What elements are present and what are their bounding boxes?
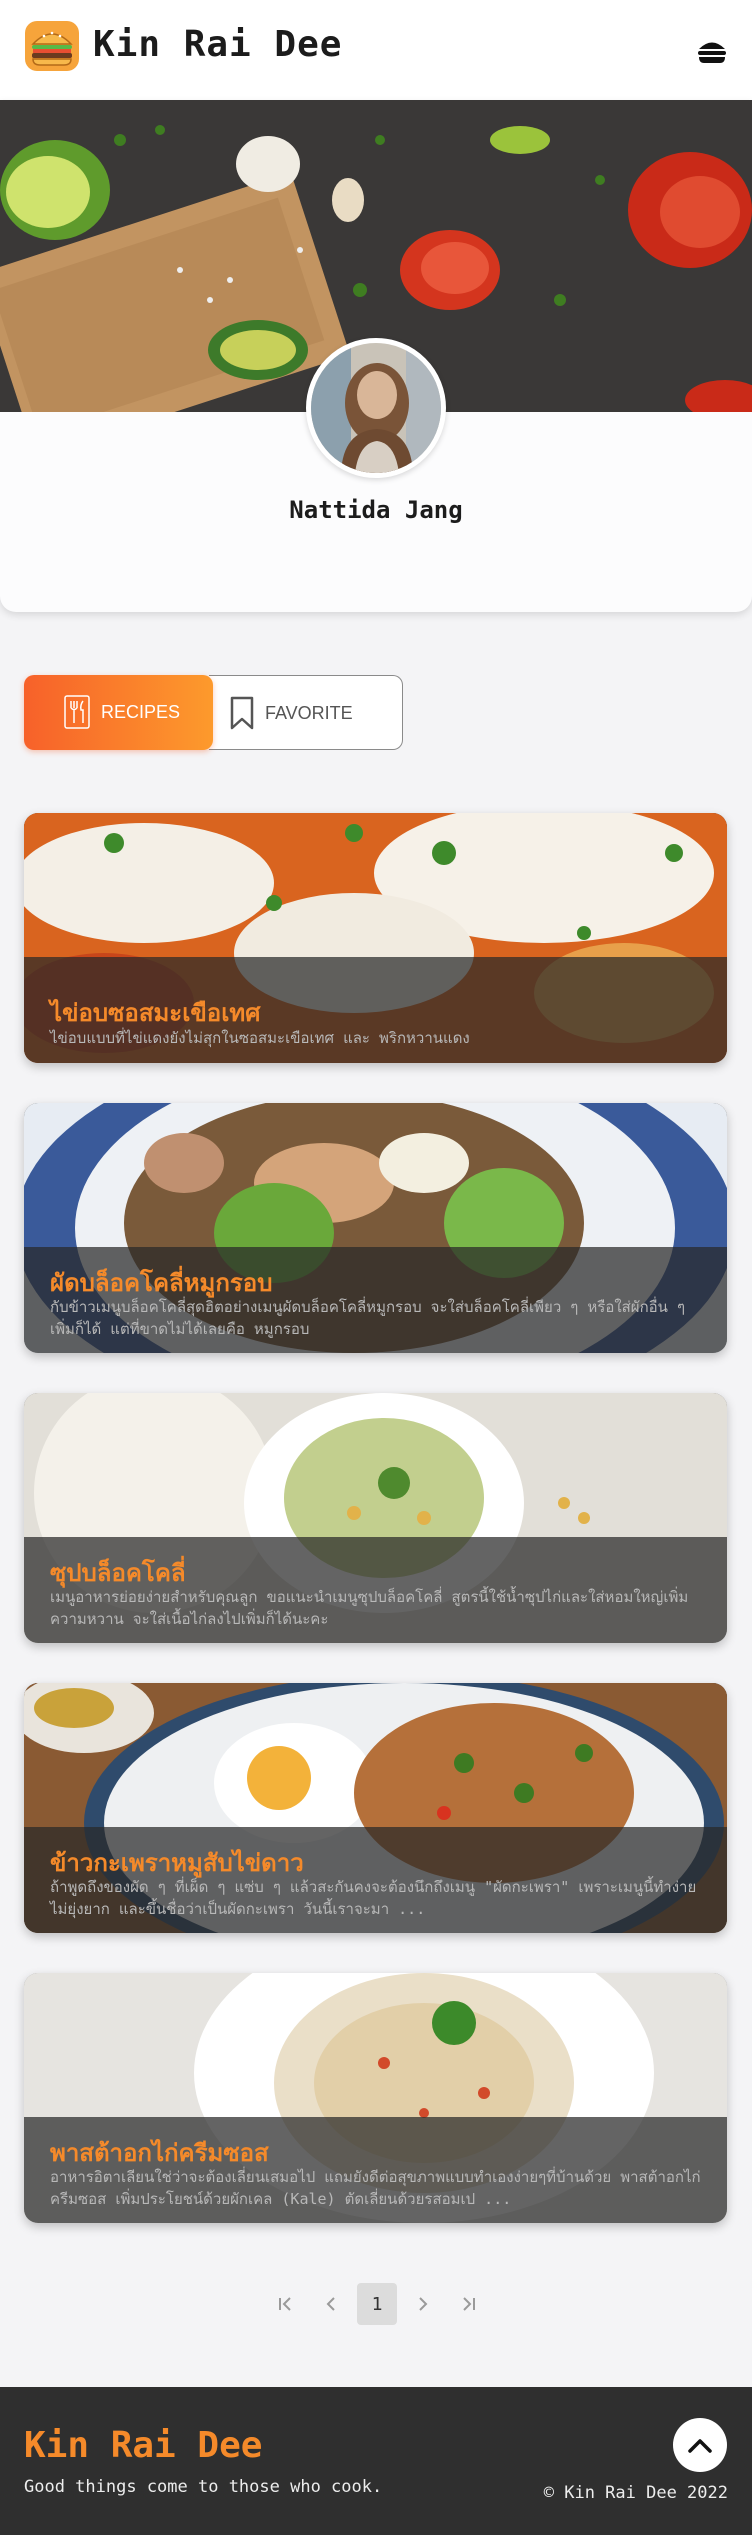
- recipe-card[interactable]: ข้าวกะเพราหมูสับไข่ดาว ถ้าพูดถึงของผัด ๆ…: [24, 1683, 727, 1933]
- recipe-card[interactable]: ซุปบล็อคโคลี่ เมนูอาหารย่อยง่ายสำหรับคุณ…: [24, 1393, 727, 1643]
- bookmark-icon: [230, 696, 254, 730]
- recipe-description: ถ้าพูดถึงของผัด ๆ ที่เผ็ด ๆ แซ่บ ๆ แล้วส…: [50, 1878, 697, 1918]
- burger-icon: [25, 21, 79, 71]
- first-page-icon[interactable]: [265, 2283, 305, 2325]
- avatar-photo: [311, 343, 441, 473]
- footer-copyright: © Kin Rai Dee 2022: [543, 2483, 728, 2503]
- cutlery-icon: [64, 695, 90, 729]
- last-page-icon[interactable]: [449, 2283, 489, 2325]
- chevron-up-icon: [688, 2439, 712, 2453]
- recipe-description: ไข่อบแบบที่ไข่แดงยังไม่สุกในซอสมะเขือเทศ…: [50, 1029, 470, 1047]
- prev-page-icon[interactable]: [311, 2283, 351, 2325]
- tab-recipes-label: RECIPES: [101, 702, 181, 722]
- profile-tabs: RECIPES FAVORITE: [24, 675, 403, 750]
- recipe-card[interactable]: ไข่อบซอสมะเขือเทศ ไข่อบแบบที่ไข่แดงยังไม…: [24, 813, 727, 1063]
- pagination: 1: [262, 2283, 492, 2325]
- top-navbar: Kin Rai Dee: [0, 0, 752, 100]
- tab-favorite[interactable]: FAVORITE: [209, 675, 403, 750]
- footer-tagline: Good things come to those who cook.: [24, 2477, 383, 2497]
- avatar[interactable]: [306, 338, 446, 478]
- page-number-current[interactable]: 1: [357, 2283, 397, 2325]
- recipe-description: กับข้าวเมนูบล็อคโคลี่สุดฮิตอย่างเมนูผัดบ…: [50, 1298, 686, 1338]
- profile-card: Nattida Jang: [0, 100, 752, 612]
- tab-recipes[interactable]: RECIPES: [24, 675, 213, 750]
- back-to-top-button[interactable]: [673, 2418, 727, 2472]
- brand-title[interactable]: Kin Rai Dee: [93, 24, 342, 65]
- profile-name: Nattida Jang: [289, 496, 463, 524]
- recipe-card[interactable]: พาสต้าอกไก่ครีมซอส อาหารอิตาเลียนใช่ว่าจ…: [24, 1973, 727, 2223]
- recipe-description: อาหารอิตาเลียนใช่ว่าจะต้องเลี่ยนเสมอไป แ…: [50, 2168, 701, 2208]
- burger-menu-icon[interactable]: [696, 38, 728, 64]
- tab-favorite-label: FAVORITE: [265, 703, 353, 723]
- next-page-icon[interactable]: [403, 2283, 443, 2325]
- recipe-description: เมนูอาหารย่อยง่ายสำหรับคุณลูก ขอแนะนำเมน…: [50, 1588, 689, 1628]
- footer-brand: Kin Rai Dee: [24, 2425, 263, 2466]
- recipe-card[interactable]: ผัดบล็อคโคลี่หมูกรอบ กับข้าวเมนูบล็อคโคล…: [24, 1103, 727, 1353]
- footer: Kin Rai Dee Good things come to those wh…: [0, 2387, 752, 2535]
